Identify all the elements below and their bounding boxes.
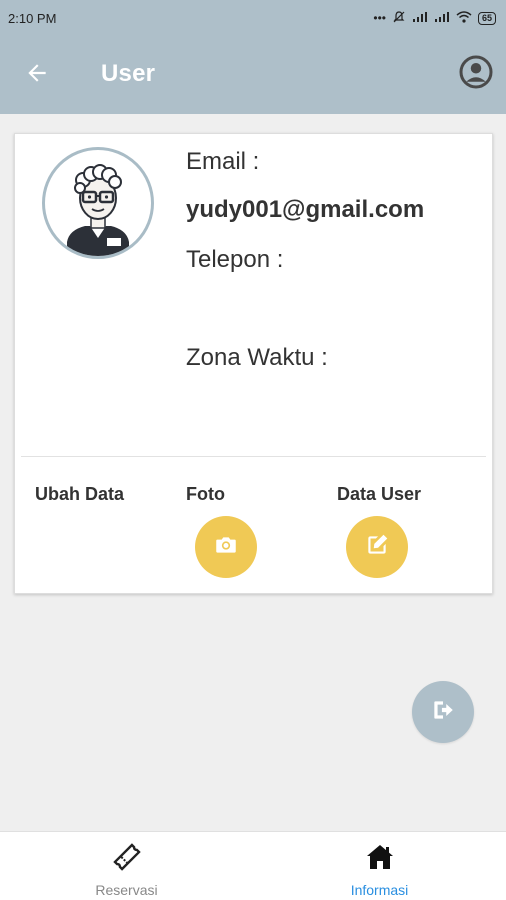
timezone-label: Zona Waktu :	[186, 344, 328, 371]
photo-button[interactable]	[195, 516, 257, 578]
email-value: yudy001@gmail.com	[186, 196, 425, 223]
nav-label-informasi: Informasi	[350, 882, 409, 898]
phone-label: Telepon :	[186, 246, 284, 273]
avatar	[42, 147, 154, 259]
status-icons: ••• 65	[373, 10, 496, 27]
page-title: User	[101, 60, 156, 87]
status-bar: 2:10 PM ••• 65	[0, 0, 506, 36]
mute-icon	[392, 10, 406, 27]
home-icon	[365, 842, 395, 872]
dots-icon: •••	[373, 11, 386, 25]
photo-label: Foto	[186, 484, 225, 504]
user-data-button[interactable]	[346, 516, 408, 578]
arrow-left-icon	[24, 60, 50, 91]
signal-icon	[412, 11, 428, 26]
logout-button[interactable]	[412, 681, 474, 743]
status-time: 2:10 PM	[8, 10, 57, 26]
wifi-icon	[456, 10, 472, 26]
user-data-label: Data User	[337, 484, 422, 504]
nav-item-informasi[interactable]: Informasi	[253, 832, 506, 900]
app-bar: User	[0, 36, 506, 114]
camera-icon	[213, 532, 239, 563]
profile-card: Email : yudy001@gmail.com Telepon : Zona…	[14, 133, 493, 594]
nav-label-reservasi: Reservasi	[95, 882, 158, 898]
signal-icon	[434, 11, 450, 26]
back-button[interactable]	[22, 60, 52, 90]
account-circle-icon	[458, 54, 494, 95]
divider	[21, 456, 486, 457]
logout-icon	[430, 697, 456, 728]
account-button[interactable]	[458, 54, 494, 95]
edit-data-label: Ubah Data	[35, 484, 125, 504]
nav-item-reservasi[interactable]: Reservasi	[0, 832, 253, 900]
ticket-icon	[111, 842, 143, 872]
battery-icon: 65	[477, 11, 496, 25]
email-label: Email :	[186, 148, 260, 175]
edit-icon	[364, 532, 390, 563]
bottom-nav: Reservasi Informasi	[0, 831, 506, 900]
